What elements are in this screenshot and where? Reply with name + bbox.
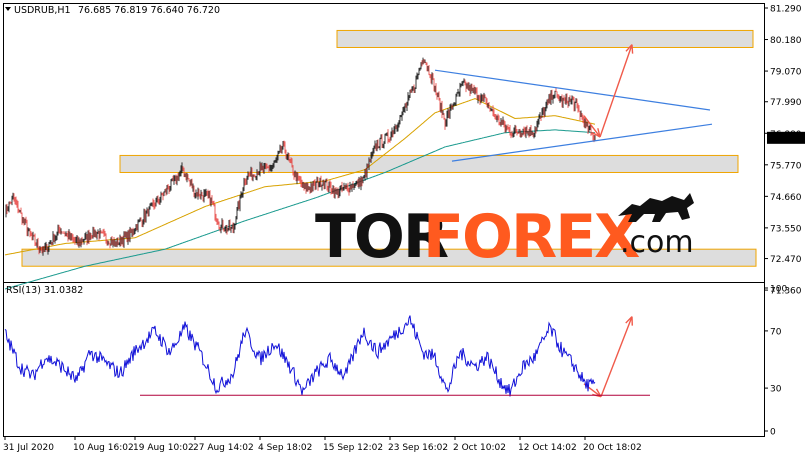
time-tick-label: 20 Oct 18:02: [583, 443, 642, 453]
rsi-tick-label: 70: [770, 327, 782, 337]
chart-canvas: TORFOREX.com 81.29080.18079.07077.99076.…: [3, 3, 805, 453]
ohlc-values: 76.685 76.819 76.640 76.720: [78, 5, 220, 16]
rsi-panel: [3, 282, 765, 437]
price-tick-label: 73.550: [770, 224, 802, 234]
support-resistance-zone: [336, 29, 754, 48]
time-tick-label: 23 Sep 16:02: [388, 443, 448, 453]
time-tick-label: 19 Aug 10:02: [133, 443, 194, 453]
time-tick-label: 4 Sep 18:02: [258, 443, 312, 453]
rsi-label: RSI(13) 31.0382: [6, 285, 83, 296]
rsi-tick-label: 100: [770, 285, 787, 295]
price-tick-label: 80.180: [770, 36, 802, 46]
time-tick-label: 31 Jul 2020: [3, 443, 54, 453]
price-tick-label: 77.990: [770, 98, 802, 108]
watermark-forex: FOREX: [423, 202, 640, 272]
rsi-tick-label: 0: [770, 428, 776, 438]
price-tick-label: 74.660: [770, 193, 802, 203]
price-tick-label: 75.770: [770, 161, 802, 171]
time-tick-label: 10 Aug 16:02: [73, 443, 134, 453]
time-tick-label: 12 Oct 14:02: [518, 443, 577, 453]
last-price-label: 76.720: [770, 134, 802, 144]
price-tick-label: 72.470: [770, 255, 802, 265]
time-tick-label: 27 Aug 14:02: [193, 443, 254, 453]
watermark-dotcom: .com: [620, 225, 694, 260]
time-tick-label: 15 Sep 12:02: [323, 443, 383, 453]
chart-window: TORFOREX.com 81.29080.18079.07077.99076.…: [0, 0, 808, 458]
symbol-title: USDRUB,H1: [14, 5, 71, 16]
price-tick-label: 79.070: [770, 68, 802, 78]
price-tick-label: 81.290: [770, 5, 802, 15]
rsi-tick-label: 30: [770, 385, 782, 395]
support-resistance-zone: [119, 154, 739, 173]
time-tick-label: 2 Oct 10:02: [453, 443, 506, 453]
